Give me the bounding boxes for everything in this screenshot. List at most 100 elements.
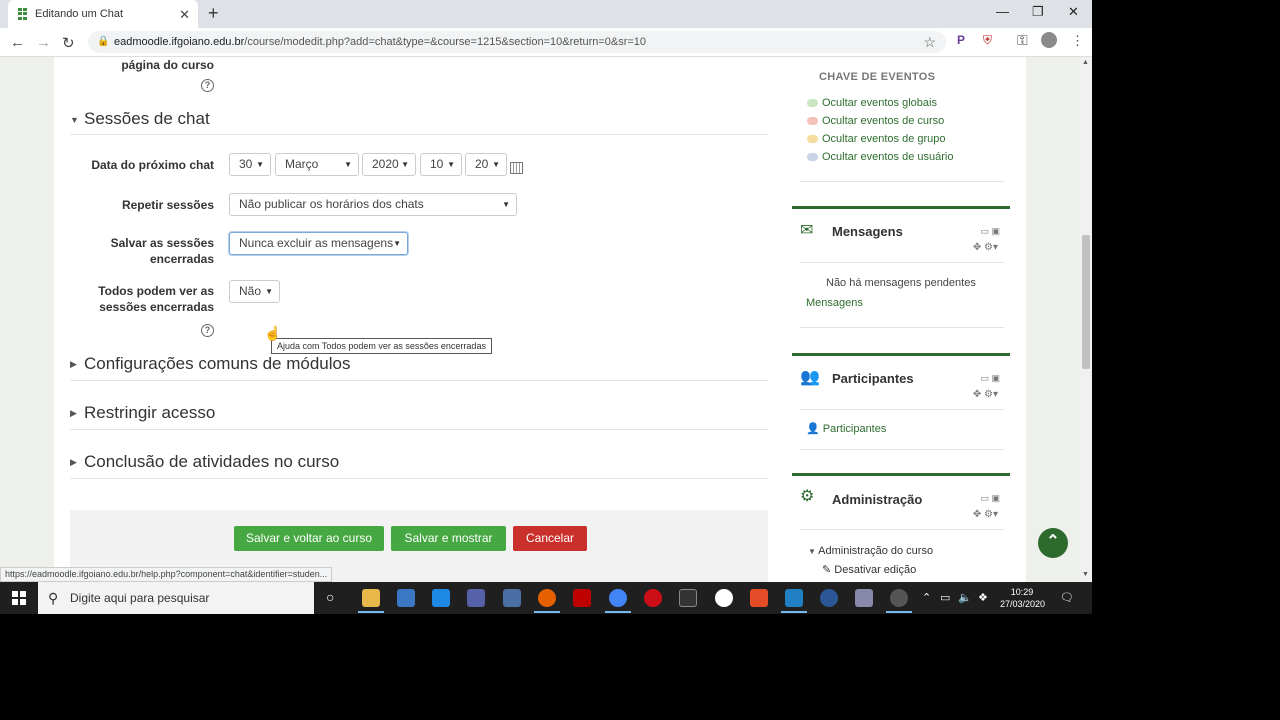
- everyone-view-select[interactable]: Não ▼: [229, 280, 280, 303]
- pencil-icon: ✎: [822, 564, 835, 576]
- month-select[interactable]: Março ▼: [275, 153, 359, 176]
- postgres-icon[interactable]: [503, 589, 521, 607]
- close-window-button[interactable]: ✕: [1068, 4, 1079, 20]
- filezilla-icon[interactable]: [573, 589, 591, 607]
- menu-kebab-icon[interactable]: ⋮: [1071, 33, 1084, 49]
- app-icon[interactable]: [855, 589, 873, 607]
- section-divider: [70, 380, 768, 381]
- block-divider: [800, 449, 1004, 450]
- save-show-button[interactable]: Salvar e mostrar: [391, 526, 506, 551]
- taskbar-search[interactable]: ⚲ Digite aqui para pesquisar: [38, 582, 314, 614]
- minute-select[interactable]: 20 ▼: [465, 153, 507, 176]
- section-chat-sessions[interactable]: ▼ Sessões de chat: [70, 109, 768, 129]
- taskbar-clock[interactable]: 10:29 27/03/2020: [1000, 586, 1045, 610]
- hide-user-events-link[interactable]: Ocultar eventos de usuário: [807, 151, 953, 163]
- key-icon[interactable]: ⚿: [1017, 32, 1028, 49]
- save-return-button[interactable]: Salvar e voltar ao curso: [234, 526, 384, 551]
- back-icon[interactable]: ←: [10, 34, 25, 51]
- terminal-icon[interactable]: [679, 589, 697, 607]
- block-move-config-icon[interactable]: ✥ ⚙▾: [973, 509, 998, 520]
- restore-button[interactable]: ❐: [1032, 4, 1044, 20]
- profile-avatar[interactable]: [1041, 32, 1057, 48]
- app-icon[interactable]: [467, 589, 485, 607]
- course-admin-node[interactable]: ▼ Administração do curso: [808, 545, 933, 557]
- notifications-icon[interactable]: 🗨: [1060, 591, 1074, 604]
- hide-global-events-link[interactable]: Ocultar eventos globais: [807, 97, 937, 109]
- extension-icon[interactable]: P: [957, 33, 965, 47]
- hide-course-events-link[interactable]: Ocultar eventos de curso: [807, 115, 944, 127]
- cancel-button[interactable]: Cancelar: [513, 526, 587, 551]
- help-icon[interactable]: ?: [201, 79, 214, 92]
- shield-extension-icon[interactable]: ⛨: [983, 33, 992, 48]
- calendar-icon[interactable]: [510, 162, 523, 174]
- tab-close-icon[interactable]: ✕: [179, 7, 190, 23]
- windows-taskbar: ⚲ Digite aqui para pesquisar ○ ⌃ ▭ 🔈 ❖ 1…: [0, 582, 1092, 614]
- year-select[interactable]: 2020 ▼: [362, 153, 416, 176]
- new-tab-button[interactable]: +: [208, 3, 219, 24]
- mail-icon[interactable]: [432, 589, 450, 607]
- repeat-sessions-select[interactable]: Não publicar os horários dos chats ▼: [229, 193, 517, 216]
- cortana-icon[interactable]: ○: [326, 589, 334, 605]
- section-restrict-access[interactable]: ▶ Restringir acesso: [70, 403, 768, 423]
- block-divider: [800, 409, 1004, 410]
- anydesk-icon[interactable]: [750, 589, 768, 607]
- course-page-label: página do curso: [121, 58, 214, 72]
- obs-icon[interactable]: [886, 589, 912, 613]
- hour-select[interactable]: 10 ▼: [420, 153, 462, 176]
- url-bar[interactable]: 🔒 eadmoodle.ifgoiano.edu.br/course/moded…: [88, 31, 946, 53]
- block-collapse-icon[interactable]: ▭ ▣: [980, 493, 1000, 504]
- day-select[interactable]: 30 ▼: [229, 153, 271, 176]
- block-collapse-icon[interactable]: ▭ ▣: [980, 226, 1000, 237]
- block-move-config-icon[interactable]: ✥ ⚙▾: [973, 242, 998, 253]
- file-explorer-icon[interactable]: [358, 589, 384, 613]
- block-collapse-icon[interactable]: ▭ ▣: [980, 373, 1000, 384]
- section-activity-completion[interactable]: ▶ Conclusão de atividades no curso: [70, 452, 768, 472]
- search-icon: ⚲: [48, 590, 59, 606]
- moodle-favicon-icon: [18, 8, 28, 20]
- page-content: página do curso ? ▼ Sessões de chat Data …: [0, 57, 1080, 582]
- repeat-sessions-label: Repetir sessões: [121, 198, 214, 212]
- bookmark-star-icon[interactable]: ☆: [923, 31, 936, 53]
- save-sessions-select[interactable]: Nunca excluir as mensagens ▼: [229, 232, 408, 255]
- browser-tab[interactable]: Editando um Chat ✕: [8, 0, 198, 28]
- forward-icon[interactable]: →: [36, 34, 51, 51]
- chrome-icon[interactable]: [605, 589, 631, 613]
- reload-icon[interactable]: ↻: [62, 34, 75, 52]
- block-move-config-icon[interactable]: ✥ ⚙▾: [973, 389, 998, 400]
- volume-icon[interactable]: 🔈: [958, 591, 972, 604]
- messages-link[interactable]: Mensagens: [806, 297, 863, 309]
- participants-title: Participantes: [832, 371, 914, 386]
- tray-chevron-icon[interactable]: ⌃: [922, 591, 931, 604]
- opera-icon[interactable]: [644, 589, 662, 607]
- hide-group-events-link[interactable]: Ocultar eventos de grupo: [807, 133, 946, 145]
- url-host: eadmoodle.ifgoiano.edu.br: [114, 36, 245, 48]
- browser-titlebar: Editando um Chat ✕ + — ❐ ✕: [0, 0, 1092, 28]
- store-icon[interactable]: [397, 589, 415, 607]
- eye-icon: [807, 153, 818, 162]
- page-scrollbar[interactable]: ▲ ▼: [1080, 57, 1092, 582]
- disable-editing-link[interactable]: ✎ Desativar edição: [822, 563, 916, 576]
- scrollbar-thumb[interactable]: [1082, 235, 1090, 369]
- minimize-button[interactable]: —: [996, 4, 1009, 19]
- tab-title: Editando um Chat: [35, 8, 124, 20]
- section-common-settings[interactable]: ▶ Configurações comuns de módulos: [70, 354, 768, 374]
- participants-link[interactable]: 👤 Participantes: [806, 422, 886, 435]
- app-icon[interactable]: [781, 589, 807, 613]
- windows-start-icon[interactable]: [12, 591, 26, 605]
- status-url-bubble: https://eadmoodle.ifgoiano.edu.br/help.p…: [0, 567, 333, 582]
- participants-block: 👥 Participantes ▭ ▣ ✥ ⚙▾ 👤 Participantes: [792, 353, 1010, 453]
- battery-icon[interactable]: ▭: [940, 591, 950, 604]
- back-to-top-button[interactable]: ⌃: [1038, 528, 1068, 558]
- help-tooltip: Ajuda com Todos podem ver as sessões enc…: [271, 338, 492, 354]
- scroll-up-icon[interactable]: ▲: [1082, 59, 1089, 66]
- firefox-icon[interactable]: [534, 589, 560, 613]
- scroll-down-icon[interactable]: ▼: [1082, 571, 1089, 578]
- gears-icon: ⚙: [800, 488, 815, 505]
- dropbox-icon[interactable]: ❖: [978, 591, 988, 604]
- help-icon[interactable]: ?: [201, 324, 214, 337]
- messages-title: Mensagens: [832, 224, 903, 239]
- vpn-icon[interactable]: [820, 589, 838, 607]
- block-divider: [800, 529, 1004, 530]
- mouse-cursor-icon: ☝: [264, 325, 282, 341]
- app-icon[interactable]: [715, 589, 733, 607]
